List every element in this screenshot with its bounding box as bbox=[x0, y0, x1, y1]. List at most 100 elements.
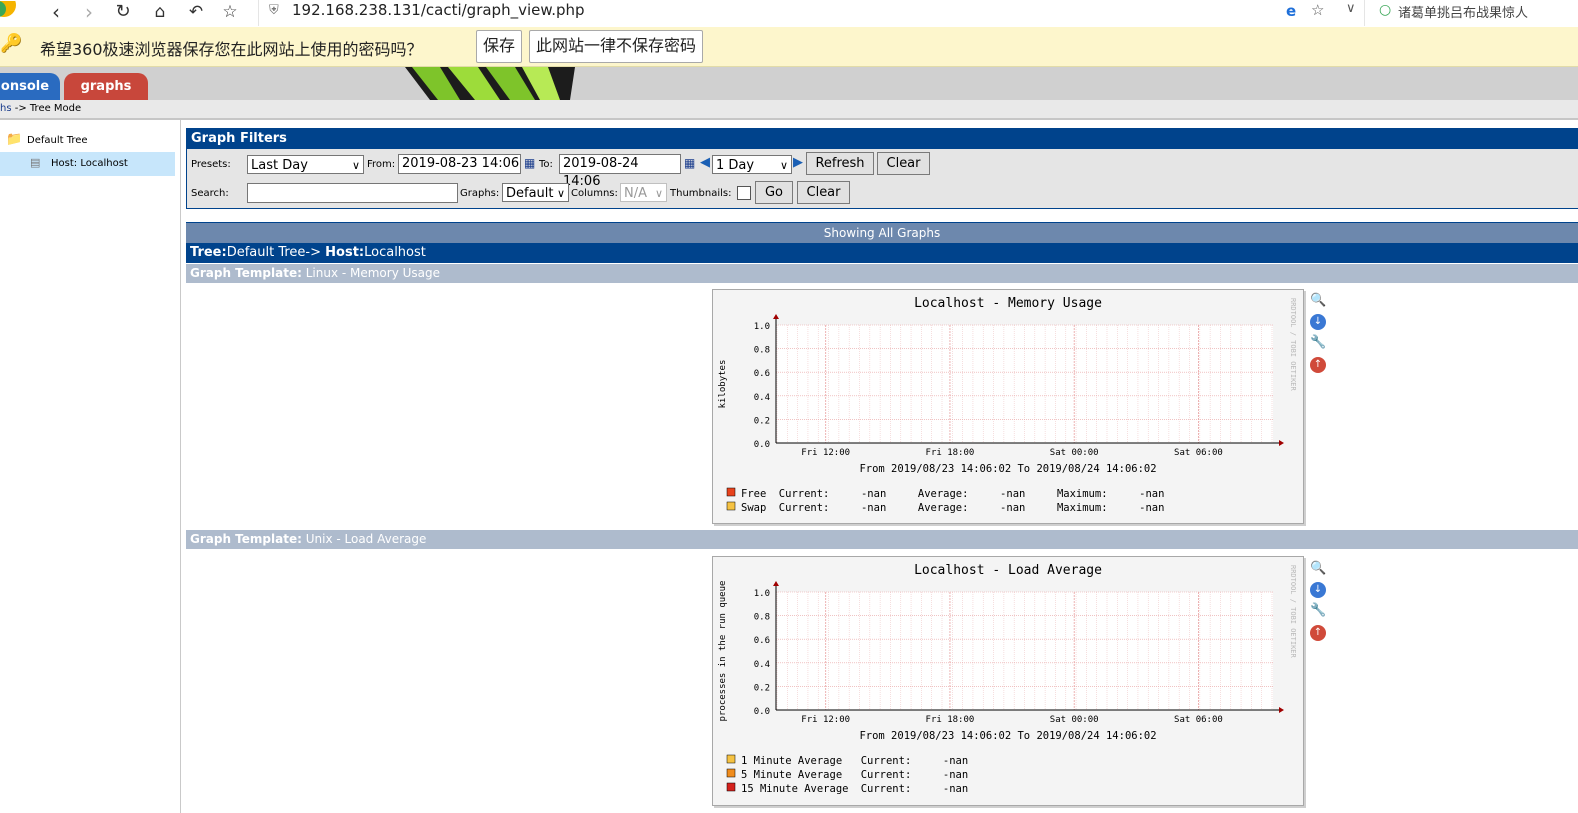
back-icon[interactable]: ‹ bbox=[44, 1, 68, 23]
site-info-icon[interactable]: ⛨ bbox=[269, 3, 279, 18]
timespan-value: 1 Day bbox=[716, 158, 755, 173]
search-input[interactable] bbox=[247, 183, 458, 203]
go-button[interactable]: Go bbox=[755, 181, 793, 204]
chevron-down-icon: ∨ bbox=[556, 187, 565, 200]
tree-item-default-tree[interactable]: Default Tree bbox=[27, 135, 88, 146]
favorite-icon[interactable]: ☆ bbox=[1311, 1, 1324, 19]
search-engine-icon: ○ bbox=[1379, 2, 1392, 18]
graph-template-header: Graph Template: Linux - Memory Usage bbox=[186, 264, 1578, 283]
star-icon[interactable]: ☆ bbox=[218, 1, 242, 23]
graphs-value: Default bbox=[506, 186, 554, 201]
timespan-select[interactable]: 1 Day ∨ bbox=[712, 155, 792, 174]
undo-icon[interactable]: ↶ bbox=[184, 1, 208, 23]
graph-memory-usage[interactable]: Localhost - Memory Usage 1.0 0.8 0.6 0.4 0.2 0… bbox=[712, 289, 1304, 524]
tree-value: Default Tree-> bbox=[226, 245, 321, 260]
template-name: Linux - Memory Usage bbox=[305, 266, 441, 280]
x-tick-label: Sat 00:00 bbox=[1050, 715, 1099, 725]
legend-name: Swap bbox=[741, 502, 766, 514]
graphs-label: Graphs: bbox=[460, 188, 500, 199]
y-tick-label: 0.0 bbox=[754, 707, 770, 717]
tab-graphs[interactable]: graphs bbox=[64, 73, 148, 100]
clear-button[interactable]: Clear bbox=[877, 152, 930, 175]
graph-load-average[interactable]: Localhost - Load Average 1.0 0.8 0.6 0.4 0.2 0… bbox=[712, 556, 1304, 806]
x-tick-label: Fri 18:00 bbox=[926, 715, 975, 725]
x-tick-label: Sat 00:00 bbox=[1050, 448, 1099, 458]
columns-label: Columns: bbox=[571, 188, 618, 199]
export-icon[interactable]: ↓ bbox=[1310, 582, 1326, 598]
thumbnails-checkbox[interactable] bbox=[737, 186, 751, 200]
y-tick-label: 0.8 bbox=[754, 613, 770, 623]
tree-label: Tree: bbox=[190, 245, 227, 260]
legend-values: Current: -nan bbox=[861, 783, 968, 795]
refresh-button[interactable]: Refresh bbox=[806, 152, 874, 175]
tree-item-host-localhost[interactable]: ▤ Host: Localhost bbox=[0, 152, 175, 176]
graph-memory-usage-canvas: Localhost - Memory Usage 1.0 0.8 0.6 0.4 0.2 0… bbox=[713, 290, 1303, 523]
showing-all-graphs-bar: Showing All Graphs bbox=[186, 222, 1578, 244]
time-range: From 2019/08/23 14:06:02 To 2019/08/24 1… bbox=[859, 730, 1156, 742]
y-tick-label: 0.6 bbox=[754, 636, 770, 646]
shift-left-icon[interactable]: ◀ bbox=[700, 155, 710, 170]
presets-label: Presets: bbox=[191, 159, 231, 170]
y-tick-label: 0.2 bbox=[754, 683, 770, 693]
columns-select[interactable]: N/A ∨ bbox=[620, 183, 667, 202]
tree-item-label: Host: Localhost bbox=[51, 158, 128, 169]
x-tick-label: Sat 06:00 bbox=[1174, 448, 1223, 458]
watermark: RRDTOOL / TOBI OETIKER bbox=[1289, 298, 1297, 392]
x-tick-label: Fri 12:00 bbox=[801, 715, 850, 725]
graphs-select[interactable]: Default ∨ bbox=[502, 183, 569, 202]
url-text[interactable]: 192.168.238.131/cacti/graph_view.php bbox=[292, 1, 585, 19]
ie-compat-icon[interactable]: e bbox=[1286, 2, 1296, 20]
from-label: From: bbox=[367, 159, 396, 170]
key-icon: 🔑 bbox=[0, 33, 23, 54]
shift-right-icon[interactable]: ▶ bbox=[793, 155, 803, 170]
zoom-icon[interactable]: 🔍 bbox=[1310, 293, 1326, 309]
tab-console[interactable]: onsole bbox=[0, 73, 60, 100]
x-tick-label: Sat 06:00 bbox=[1174, 715, 1223, 725]
legend-swatch bbox=[726, 782, 736, 792]
edit-icon[interactable]: 🔧 bbox=[1310, 335, 1326, 351]
y-tick-label: 0.8 bbox=[754, 346, 770, 356]
legend-swatch bbox=[726, 501, 736, 511]
watermark: RRDTOOL / TOBI OETIKER bbox=[1289, 565, 1297, 659]
save-password-button[interactable]: 保存 bbox=[476, 30, 523, 63]
export-icon[interactable]: ↓ bbox=[1310, 314, 1326, 330]
edit-icon[interactable]: 🔧 bbox=[1310, 603, 1326, 619]
debug-icon[interactable]: ↑ bbox=[1310, 357, 1326, 373]
legend-values: Current: -nan bbox=[861, 755, 968, 767]
never-save-password-button[interactable]: 此网站一律不保存密码 bbox=[529, 30, 704, 63]
template-label: Graph Template: bbox=[190, 266, 302, 280]
debug-icon[interactable]: ↑ bbox=[1310, 625, 1326, 641]
password-save-bar: 🔑 希望360极速浏览器保存您在此网站上使用的密码吗？ 保存 此网站一律不保存密… bbox=[0, 27, 1578, 67]
to-input[interactable]: 2019-08-24 14:06 bbox=[559, 154, 681, 189]
host-icon: ▤ bbox=[30, 156, 41, 169]
legend-name: 15 Minute Average bbox=[741, 783, 848, 795]
forward-icon[interactable]: › bbox=[77, 1, 101, 23]
y-tick-label: 0.2 bbox=[754, 416, 770, 426]
dropdown-chevron-icon[interactable]: ∨ bbox=[1346, 1, 1356, 16]
zoom-icon[interactable]: 🔍 bbox=[1310, 561, 1326, 577]
graph-filters: Graph Filters Presets: Last Day ∨ From: 2… bbox=[186, 128, 1578, 209]
legend-name: 5 Minute Average bbox=[741, 769, 842, 781]
home-icon[interactable]: ⌂ bbox=[148, 1, 172, 23]
host-value: Localhost bbox=[364, 245, 426, 260]
from-input[interactable]: 2019-08-23 14:06 bbox=[398, 154, 521, 174]
clear-search-button[interactable]: Clear bbox=[797, 181, 850, 204]
y-tick-label: 0.0 bbox=[754, 440, 770, 450]
y-tick-label: 1.0 bbox=[754, 322, 770, 332]
calendar-icon[interactable]: ▦ bbox=[684, 156, 695, 170]
graph-title: Localhost - Memory Usage bbox=[914, 296, 1102, 311]
cacti-header: onsole graphs bbox=[0, 67, 1578, 100]
reload-icon[interactable]: ↻ bbox=[111, 1, 135, 23]
calendar-icon[interactable]: ▦ bbox=[524, 156, 535, 170]
presets-select[interactable]: Last Day ∨ bbox=[247, 155, 364, 174]
chevron-down-icon: ∨ bbox=[779, 159, 788, 172]
breadcrumb-link[interactable]: hs bbox=[0, 103, 12, 114]
time-range: From 2019/08/23 14:06:02 To 2019/08/24 1… bbox=[859, 463, 1156, 475]
search-label: Search: bbox=[191, 188, 229, 199]
y-tick-label: 1.0 bbox=[754, 589, 770, 599]
search-suggestion[interactable]: 诸葛单挑吕布战果惊人 bbox=[1398, 2, 1528, 21]
x-tick-label: Fri 12:00 bbox=[801, 448, 850, 458]
breadcrumb: hs -> Tree Mode bbox=[0, 100, 1578, 120]
y-tick-label: 0.6 bbox=[754, 369, 770, 379]
legend-name: Free bbox=[741, 488, 766, 500]
